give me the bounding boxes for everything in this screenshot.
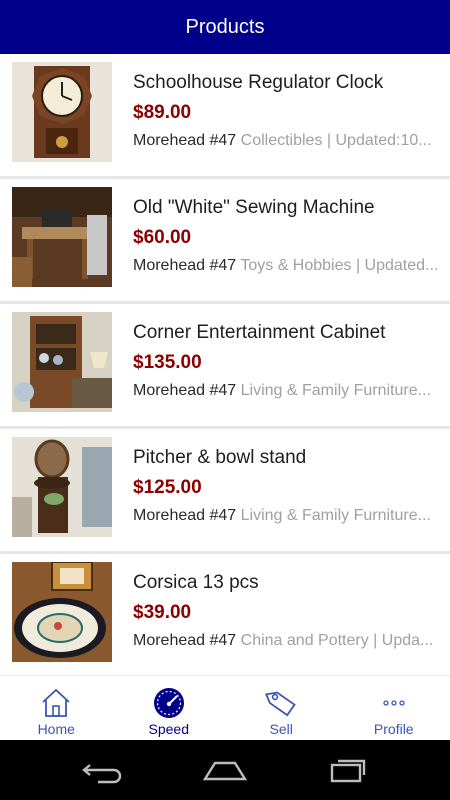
home-icon: [42, 688, 70, 717]
product-category: Living & Family Furniture...: [240, 507, 431, 524]
product-category: Toys & Hobbies | Updated...: [240, 257, 439, 274]
product-title[interactable]: Old "White" Sewing Machine: [133, 197, 440, 219]
recents-icon[interactable]: [324, 755, 372, 785]
product-category: Living & Family Furniture...: [240, 382, 431, 399]
tab-speed[interactable]: Speed: [113, 676, 226, 740]
product-thumbnail[interactable]: [12, 562, 112, 662]
product-price: $60.00: [133, 227, 192, 248]
product-title[interactable]: Corner Entertainment Cabinet: [133, 322, 440, 344]
app-bar: Products: [0, 0, 450, 54]
store-name: Morehead #47: [133, 132, 237, 149]
product-meta: Morehead #47 Toys & Hobbies | Updated...: [133, 256, 440, 276]
product-thumbnail[interactable]: [12, 437, 112, 537]
tab-label: Home: [37, 721, 75, 737]
more-dots-icon: [383, 700, 405, 706]
product-row[interactable]: Pitcher & bowl stand $125.00 Morehead #4…: [0, 429, 450, 554]
product-meta: Morehead #47 Living & Family Furniture..…: [133, 381, 440, 401]
store-name: Morehead #47: [133, 507, 237, 524]
product-row[interactable]: Corsica 13 pcs $39.00 Morehead #47 China…: [0, 554, 450, 674]
product-row[interactable]: Schoolhouse Regulator Clock $89.00 Moreh…: [0, 54, 450, 179]
page-title: Products: [185, 15, 265, 38]
tab-label: Profile: [373, 721, 414, 737]
product-list[interactable]: Schoolhouse Regulator Clock $89.00 Moreh…: [0, 54, 450, 674]
bottom-tab-bar: Home Speed Sell Profile: [0, 675, 450, 740]
product-meta: Morehead #47 China and Pottery | Upda...: [133, 631, 440, 651]
product-category: China and Pottery | Upda...: [240, 632, 434, 649]
tag-icon: [265, 691, 297, 717]
store-name: Morehead #47: [133, 632, 237, 649]
tab-label: Speed: [148, 721, 189, 737]
product-title[interactable]: Schoolhouse Regulator Clock: [133, 72, 440, 94]
product-row[interactable]: Corner Entertainment Cabinet $135.00 Mor…: [0, 304, 450, 429]
product-category: Collectibles | Updated:10...: [240, 132, 432, 149]
tab-profile[interactable]: Profile: [338, 676, 450, 740]
product-price: $125.00: [133, 477, 202, 498]
product-row[interactable]: Old "White" Sewing Machine $60.00 Morehe…: [0, 179, 450, 304]
product-thumbnail[interactable]: [12, 62, 112, 162]
product-thumbnail[interactable]: [12, 187, 112, 287]
product-title[interactable]: Pitcher & bowl stand: [133, 447, 440, 469]
store-name: Morehead #47: [133, 257, 237, 274]
product-meta: Morehead #47 Collectibles | Updated:10..…: [133, 131, 440, 151]
store-name: Morehead #47: [133, 382, 237, 399]
product-price: $135.00: [133, 352, 202, 373]
product-price: $39.00: [133, 602, 192, 623]
home-icon[interactable]: [201, 755, 249, 785]
product-title[interactable]: Corsica 13 pcs: [133, 572, 440, 594]
speedometer-icon: [153, 688, 184, 718]
system-navigation-bar: [0, 740, 450, 800]
back-icon[interactable]: [78, 755, 126, 785]
product-meta: Morehead #47 Living & Family Furniture..…: [133, 506, 440, 526]
product-price: $89.00: [133, 102, 192, 123]
tab-home[interactable]: Home: [0, 676, 113, 740]
product-thumbnail[interactable]: [12, 312, 112, 412]
tab-label: Sell: [269, 721, 293, 737]
tab-sell[interactable]: Sell: [225, 676, 338, 740]
